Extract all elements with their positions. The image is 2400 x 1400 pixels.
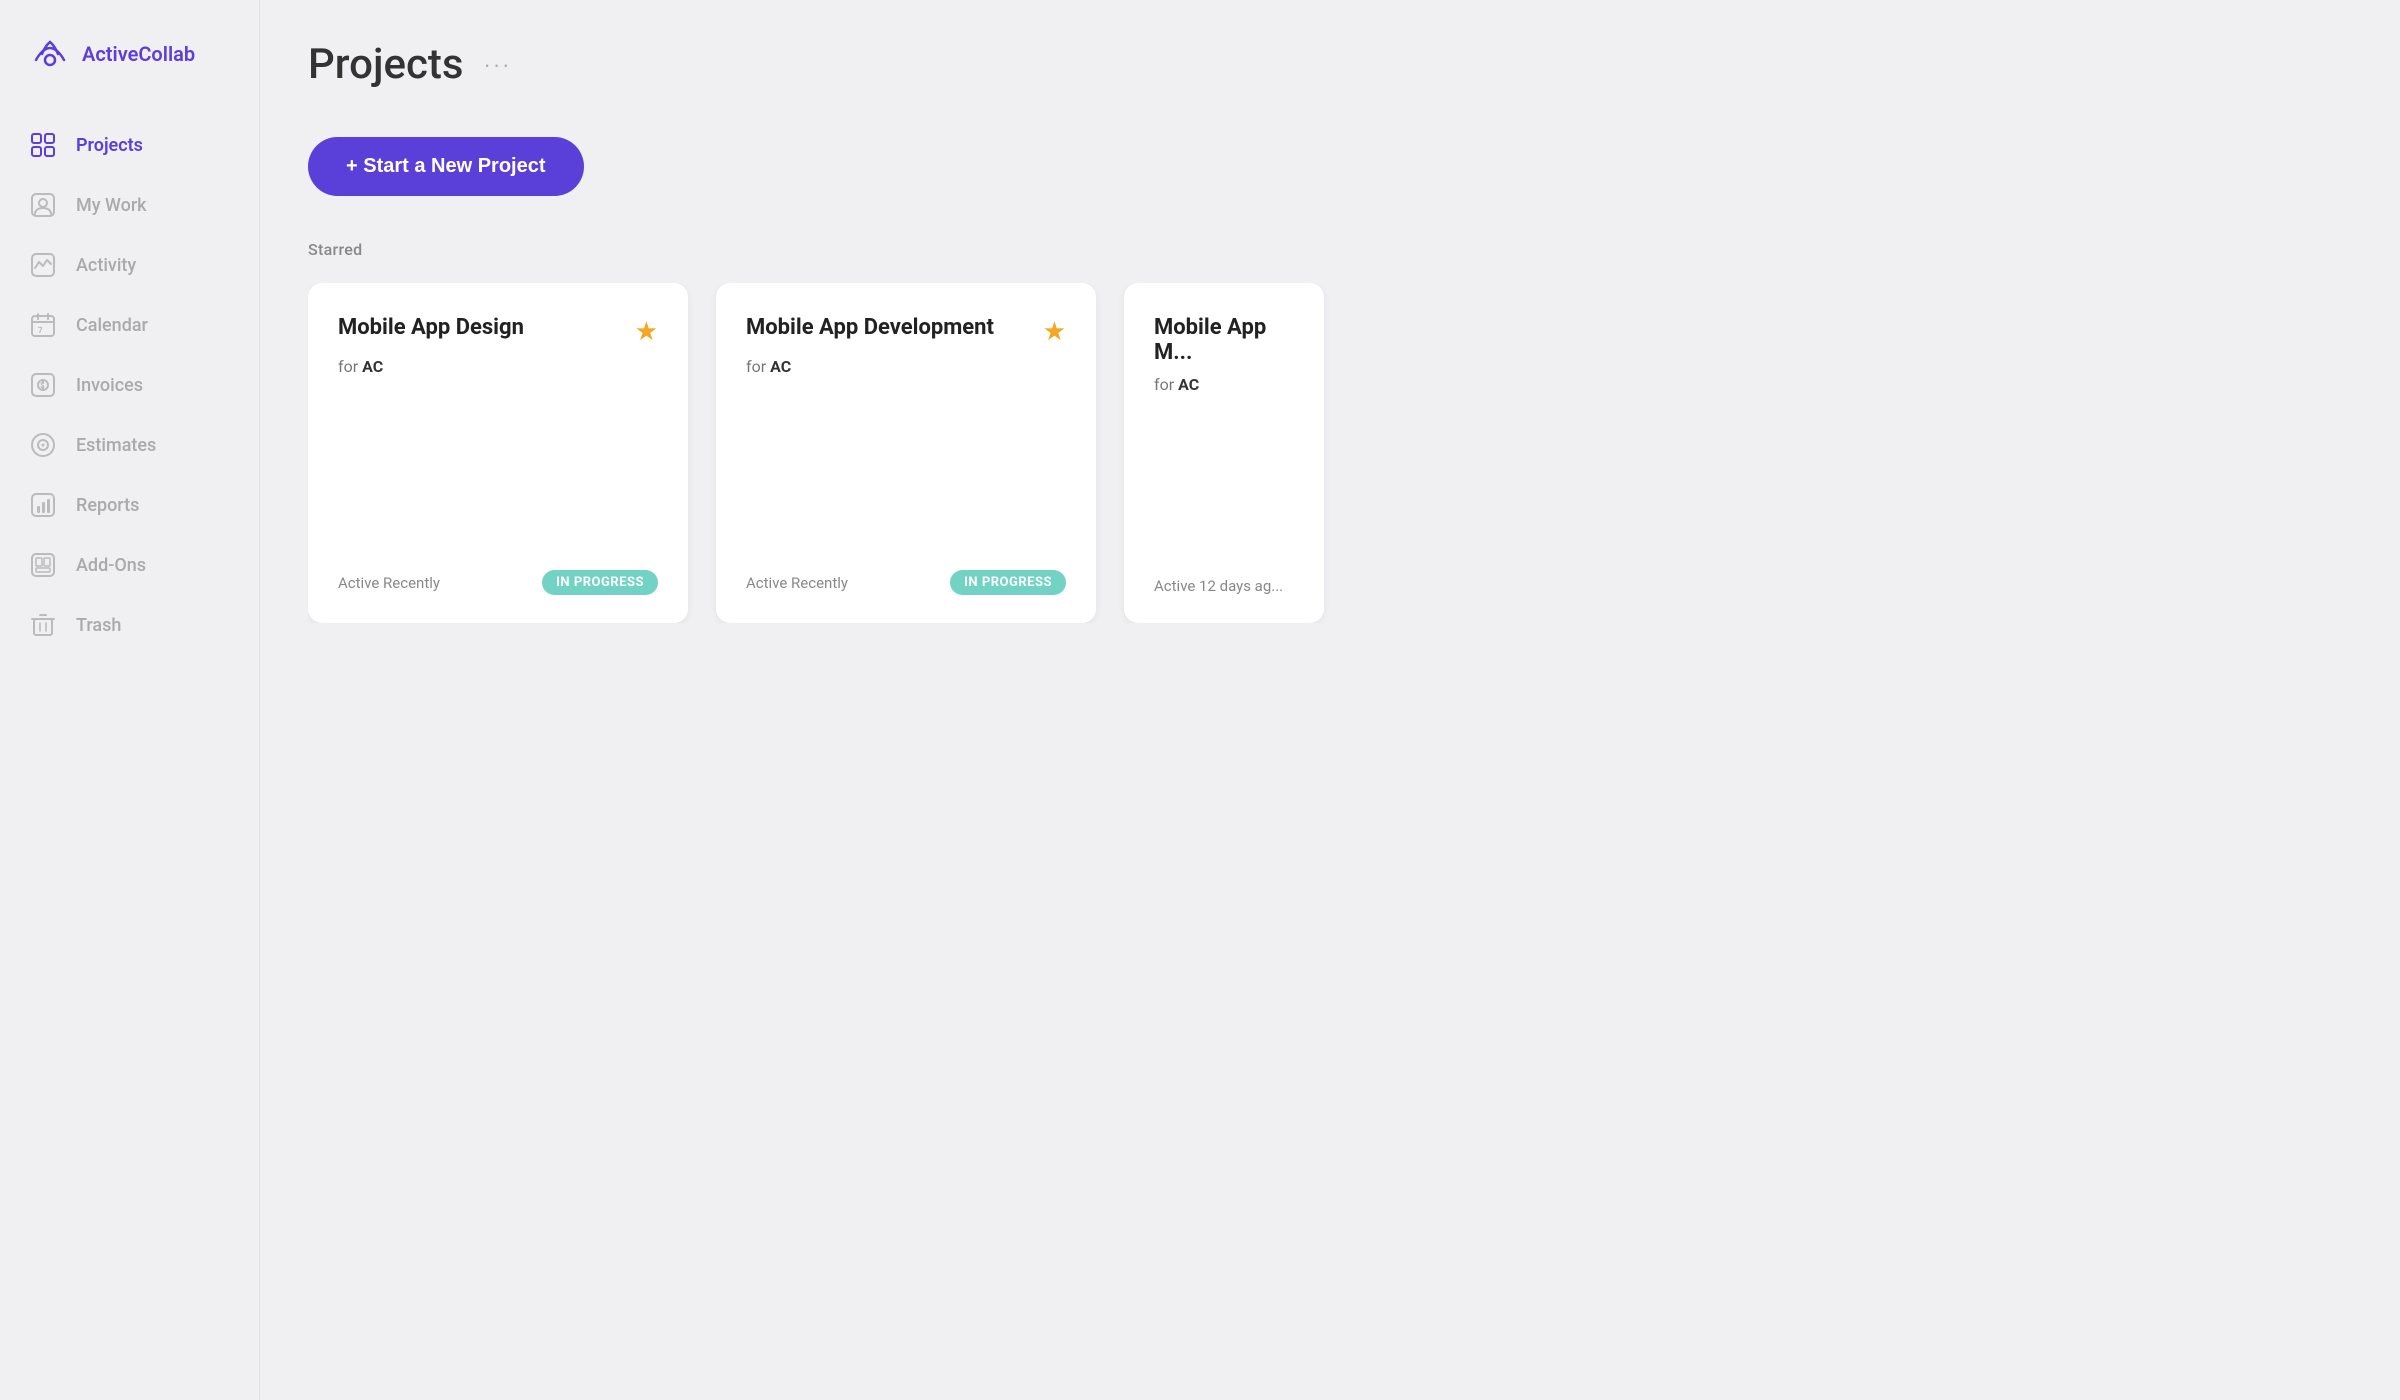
more-options-button[interactable]: ··· (484, 52, 512, 78)
card-activity-2: Active Recently (746, 574, 848, 592)
sidebar-item-invoices[interactable]: $ Invoices (0, 356, 259, 414)
page-header: Projects ··· (308, 40, 2352, 89)
trash-icon (28, 610, 58, 640)
invoices-icon: $ (28, 370, 58, 400)
sidebar-item-calendar[interactable]: 7 Calendar (0, 296, 259, 354)
sidebar-item-label-invoices: Invoices (76, 375, 143, 396)
card-bottom-3: Active 12 days ag... (1154, 577, 1294, 595)
project-card-3[interactable]: Mobile App M... for AC Active 12 days ag… (1124, 283, 1324, 623)
card-client-2: for AC (746, 357, 1066, 376)
logo-icon (28, 32, 72, 76)
sidebar-item-activity[interactable]: Activity (0, 236, 259, 294)
svg-text:7: 7 (38, 326, 43, 335)
project-card-1[interactable]: Mobile App Design ★ for AC Active Recent… (308, 283, 688, 623)
star-icon-2: ★ (1043, 317, 1066, 347)
projects-icon (28, 130, 58, 160)
project-card-2[interactable]: Mobile App Development ★ for AC Active R… (716, 283, 1096, 623)
sidebar-item-label-estimates: Estimates (76, 435, 156, 456)
svg-text:$: $ (40, 381, 45, 390)
sidebar-item-label-projects: Projects (76, 135, 143, 156)
star-icon-1: ★ (635, 317, 658, 347)
card-client-1: for AC (338, 357, 658, 376)
sidebar-item-label-my-work: My Work (76, 195, 147, 216)
card-top-3: Mobile App M... (1154, 315, 1294, 365)
card-bottom-2: Active Recently IN PROGRESS (746, 570, 1066, 595)
card-client-3: for AC (1154, 375, 1294, 394)
sidebar-item-label-activity: Activity (76, 255, 136, 276)
sidebar-item-projects[interactable]: Projects (0, 116, 259, 174)
status-badge-1: IN PROGRESS (542, 570, 658, 595)
new-project-button[interactable]: + Start a New Project (308, 137, 584, 196)
logo-area: ActiveCollab (0, 32, 259, 116)
calendar-icon: 7 (28, 310, 58, 340)
card-bottom-1: Active Recently IN PROGRESS (338, 570, 658, 595)
project-cards-row: Mobile App Design ★ for AC Active Recent… (308, 283, 2352, 623)
app-name: ActiveCollab (82, 42, 195, 66)
card-title-2: Mobile App Development (746, 315, 1043, 340)
card-top-1: Mobile App Design ★ (338, 315, 658, 347)
card-activity-3: Active 12 days ag... (1154, 577, 1283, 595)
sidebar-item-label-add-ons: Add-Ons (76, 555, 146, 576)
sidebar-item-estimates[interactable]: Estimates (0, 416, 259, 474)
sidebar-item-label-calendar: Calendar (76, 315, 148, 336)
estimates-icon (28, 430, 58, 460)
my-work-icon (28, 190, 58, 220)
status-badge-2: IN PROGRESS (950, 570, 1066, 595)
sidebar-item-my-work[interactable]: My Work (0, 176, 259, 234)
page-title: Projects (308, 40, 464, 89)
sidebar-item-reports[interactable]: Reports (0, 476, 259, 534)
sidebar: ActiveCollab Projects (0, 0, 260, 1400)
card-top-2: Mobile App Development ★ (746, 315, 1066, 347)
reports-icon (28, 490, 58, 520)
sidebar-item-label-trash: Trash (76, 615, 121, 636)
nav-menu: Projects My Work Activity (0, 116, 259, 654)
add-ons-icon (28, 550, 58, 580)
card-title-3: Mobile App M... (1154, 315, 1294, 365)
main-content: Projects ··· + Start a New Project Starr… (260, 0, 2400, 1400)
activity-icon (28, 250, 58, 280)
card-title-1: Mobile App Design (338, 315, 635, 340)
sidebar-item-label-reports: Reports (76, 495, 139, 516)
sidebar-item-trash[interactable]: Trash (0, 596, 259, 654)
starred-section-label: Starred (308, 240, 2352, 259)
sidebar-item-add-ons[interactable]: Add-Ons (0, 536, 259, 594)
card-activity-1: Active Recently (338, 574, 440, 592)
